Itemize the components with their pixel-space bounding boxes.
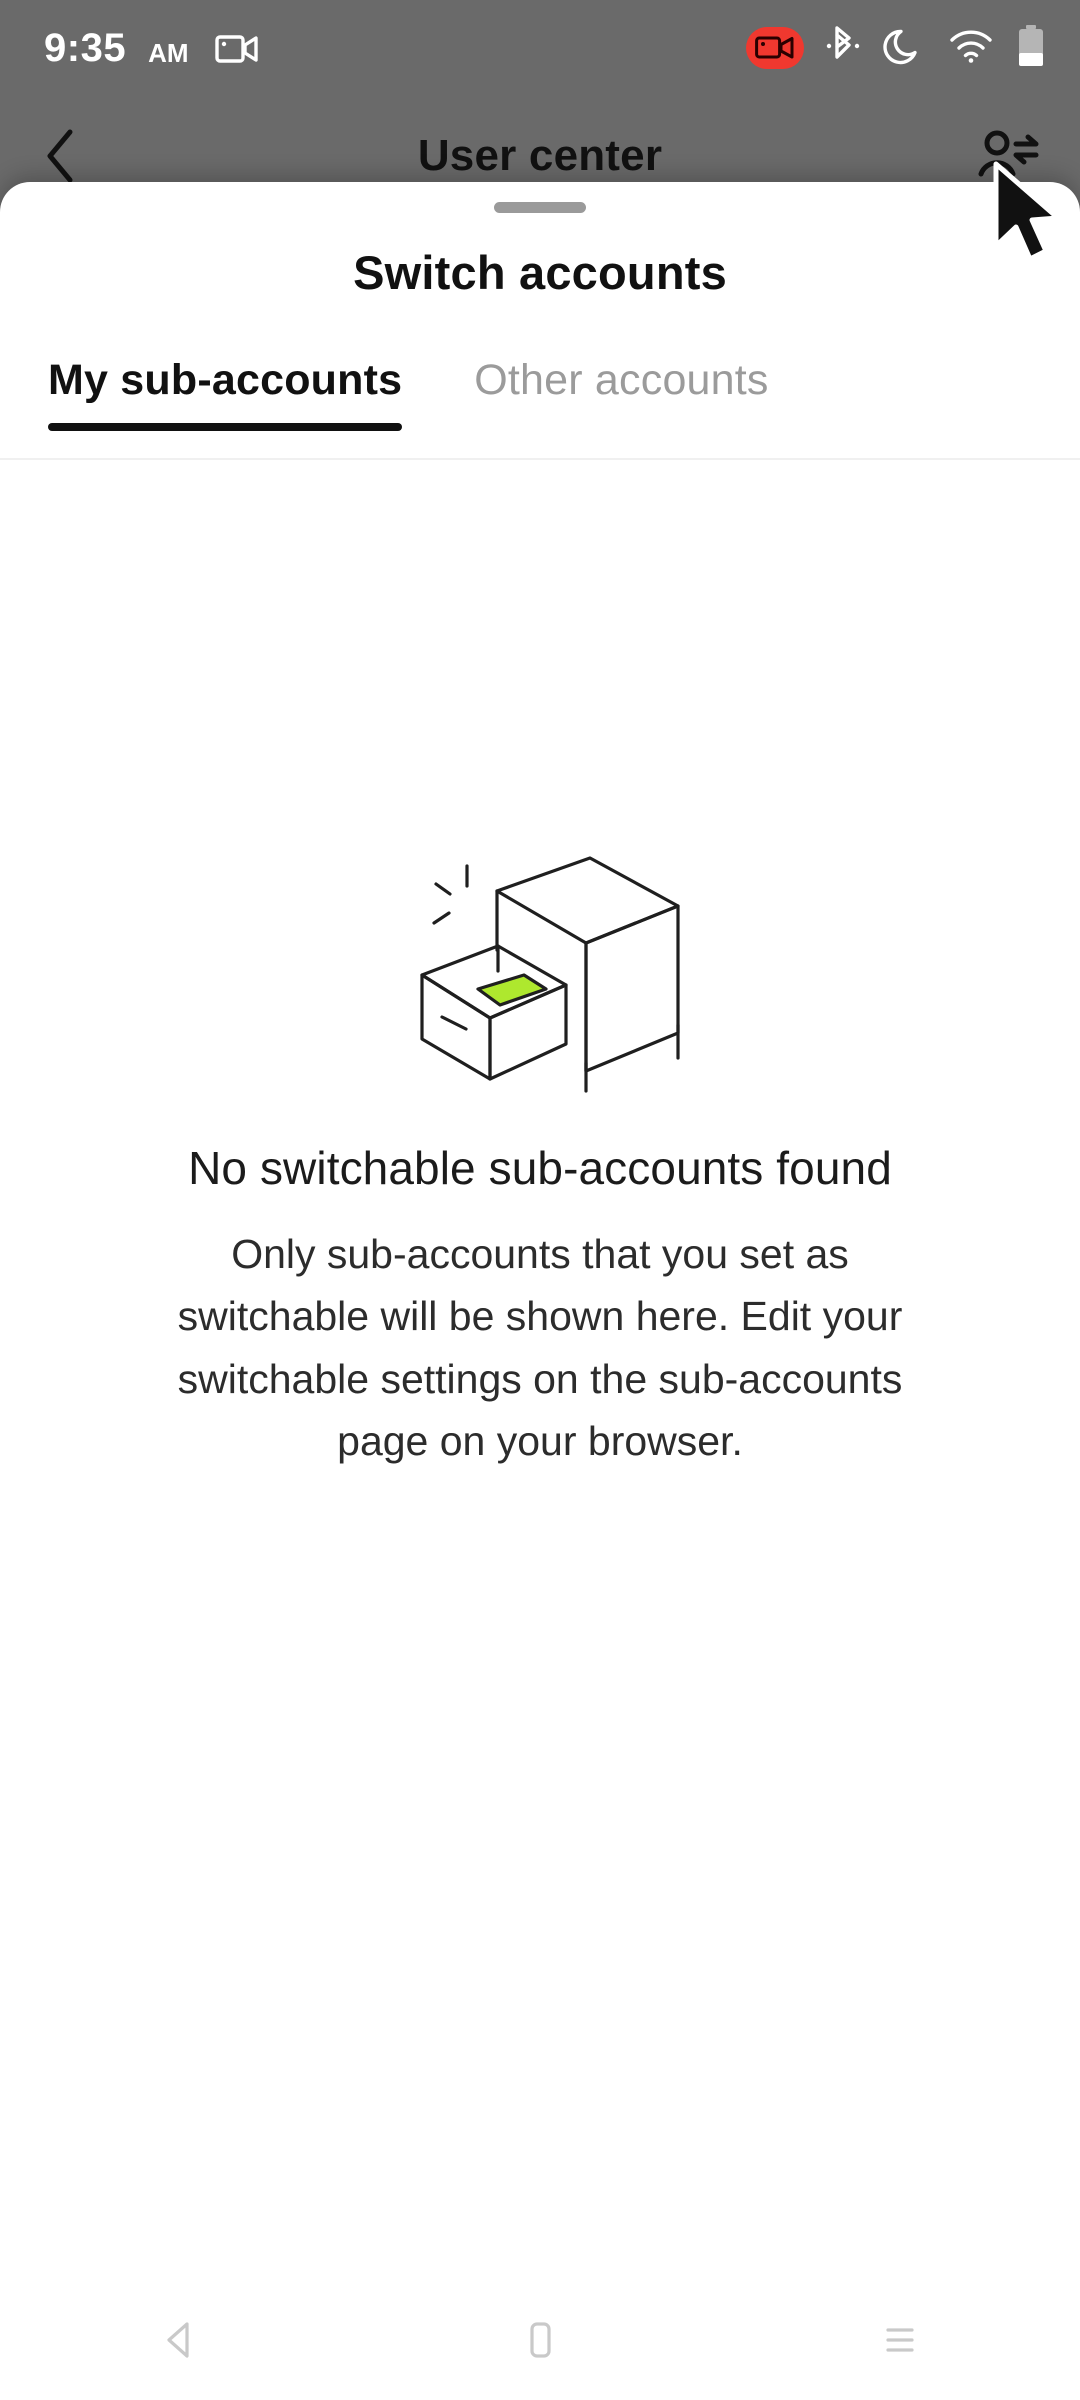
nav-back-button[interactable] [120,2280,240,2400]
nav-recents-button[interactable] [840,2280,960,2400]
phone-screen: 9:35 AM User center Switch accounts My s… [0,0,1080,2400]
nav-home-button[interactable] [480,2280,600,2400]
empty-state-description: Only sub-accounts that you set as switch… [177,1231,903,1464]
sheet-drag-handle[interactable] [494,202,586,213]
tab-active-underline [48,423,403,431]
battery-icon [1016,23,1046,74]
account-tabs: My sub-accounts Other accounts [0,356,1080,463]
switch-accounts-sheet: Switch accounts My sub-accounts Other ac… [0,182,1080,2400]
status-bar-left: 9:35 AM [44,28,259,68]
status-bar-ampm: AM [148,38,189,68]
empty-state-title: No switchable sub-accounts found [188,1142,892,1194]
do-not-disturb-moon-icon [882,24,926,73]
status-bar-clock: 9:35 [44,26,127,70]
tabs-divider [0,458,1080,460]
status-bar: 9:35 AM [0,0,1080,96]
tab-other-accounts[interactable]: Other accounts [474,356,768,431]
screen-record-icon [214,33,259,65]
tab-other-accounts-label: Other accounts [474,356,769,404]
tab-my-sub-accounts[interactable]: My sub-accounts [48,356,403,431]
android-nav-bar [0,2280,1080,2400]
wifi-icon [948,27,994,70]
bluetooth-icon [826,24,860,73]
switch-user-button[interactable] [970,121,1040,191]
sheet-title: Switch accounts [353,246,727,299]
back-button[interactable] [40,121,110,191]
page-title: User center [417,131,663,180]
tab-my-sub-accounts-label: My sub-accounts [48,356,403,404]
screen-record-badge-icon [746,27,804,69]
status-bar-right [746,23,1046,74]
empty-drawer-illustration [390,853,690,1093]
empty-state: No switchable sub-accounts found Only su… [0,853,1080,1472]
